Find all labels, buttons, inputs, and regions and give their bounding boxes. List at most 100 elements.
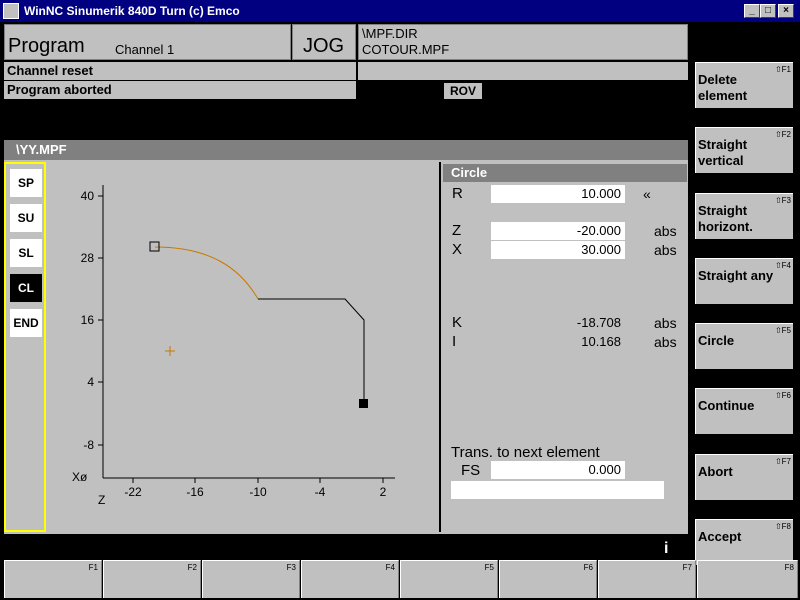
y-tick-label: 28 bbox=[81, 251, 95, 265]
contour-start-marker bbox=[149, 241, 160, 252]
f2-softkey[interactable]: F2 bbox=[103, 560, 201, 598]
x-tick-label: -16 bbox=[186, 485, 204, 499]
softkey-label: Straight any bbox=[698, 268, 774, 283]
channel-status: Channel reset bbox=[4, 62, 356, 80]
continue-softkey[interactable]: Continue ⇧F6 bbox=[695, 388, 793, 434]
mode-label: Program bbox=[8, 35, 85, 57]
program-path-panel: \MPF.DIR COTOUR.MPF bbox=[358, 24, 688, 60]
file-bar: \YY.MPF bbox=[4, 140, 688, 160]
channel-label: Channel 1 bbox=[115, 42, 175, 57]
softkey-label: Straight vertical bbox=[698, 137, 748, 168]
y-tick-label: 16 bbox=[81, 313, 95, 327]
i-unit: abs bbox=[654, 334, 677, 350]
cl-button[interactable]: CL bbox=[10, 274, 42, 302]
delete-element-softkey[interactable]: Delete element ⇧F1 bbox=[695, 62, 793, 108]
straight-vertical-softkey[interactable]: Straight vertical ⇧F2 bbox=[695, 127, 793, 173]
r-input[interactable]: 10.000 bbox=[491, 185, 625, 203]
end-button[interactable]: END bbox=[10, 309, 42, 337]
y-tick-label: -8 bbox=[83, 438, 94, 452]
fkey-label: F6 bbox=[583, 563, 593, 572]
f3-softkey[interactable]: F3 bbox=[202, 560, 300, 598]
contour-arc bbox=[154, 246, 259, 300]
k-unit: abs bbox=[654, 315, 677, 331]
softkey-key: ⇧F2 bbox=[774, 130, 791, 139]
softkey-key: ⇧F3 bbox=[774, 196, 791, 205]
f6-softkey[interactable]: F6 bbox=[499, 560, 597, 598]
softkey-key: ⇧F4 bbox=[774, 261, 791, 270]
message-bar bbox=[4, 535, 688, 559]
softkey-key: ⇧F6 bbox=[774, 391, 791, 400]
circle-header: Circle bbox=[443, 164, 687, 182]
window-title: WinNC Sinumerik 840D Turn (c) Emco bbox=[24, 4, 240, 18]
su-button[interactable]: SU bbox=[10, 204, 42, 232]
fkey-label: F1 bbox=[88, 563, 98, 572]
accept-softkey[interactable]: Accept ⇧F8 bbox=[695, 519, 793, 565]
fkey-label: F8 bbox=[784, 563, 794, 572]
fkey-label: F5 bbox=[484, 563, 494, 572]
title-bar: WinNC Sinumerik 840D Turn (c) Emco _ □ × bbox=[0, 0, 800, 22]
f4-softkey[interactable]: F4 bbox=[301, 560, 399, 598]
z-input[interactable]: -20.000 bbox=[491, 222, 625, 240]
y-tick-label: 40 bbox=[81, 189, 95, 203]
softkey-label: Continue bbox=[698, 398, 755, 413]
close-button[interactable]: × bbox=[778, 4, 794, 18]
transition-label: Trans. to next element bbox=[451, 444, 600, 461]
fkey-label: F7 bbox=[682, 563, 692, 572]
i-label: I bbox=[452, 333, 457, 350]
rov-indicator: ROV bbox=[444, 83, 482, 99]
program-status: Program aborted bbox=[4, 81, 356, 99]
x-label: X bbox=[452, 241, 463, 258]
op-mode-label: JOG bbox=[303, 35, 345, 57]
minimize-button[interactable]: _ bbox=[744, 4, 760, 18]
x-tick-label: -22 bbox=[124, 485, 142, 499]
element-buttons: SP SU SL CL END bbox=[4, 162, 46, 532]
f8-softkey[interactable]: F8 bbox=[697, 560, 798, 598]
program-file: COTOUR.MPF bbox=[362, 42, 450, 57]
sp-button[interactable]: SP bbox=[10, 169, 42, 197]
x-tick-label: -4 bbox=[315, 485, 326, 499]
info-icon[interactable]: i bbox=[664, 540, 668, 558]
abort-softkey[interactable]: Abort ⇧F7 bbox=[695, 454, 793, 500]
arc-center-marker bbox=[165, 346, 175, 356]
fkey-label: F4 bbox=[385, 563, 395, 572]
f7-softkey[interactable]: F7 bbox=[598, 560, 696, 598]
z-label: Z bbox=[452, 222, 462, 239]
f5-softkey[interactable]: F5 bbox=[400, 560, 498, 598]
fs-input[interactable]: 0.000 bbox=[491, 461, 625, 479]
app-icon[interactable] bbox=[3, 3, 19, 19]
contour-line bbox=[258, 298, 365, 404]
panel-divider bbox=[439, 162, 441, 532]
mode-panel: Program Channel 1 bbox=[4, 24, 291, 60]
f1-softkey[interactable]: F1 bbox=[4, 560, 102, 598]
z-unit: abs bbox=[654, 223, 677, 239]
straight-horizontal-softkey[interactable]: Straight horizont. ⇧F3 bbox=[695, 193, 793, 239]
sl-button[interactable]: SL bbox=[10, 239, 42, 267]
x-input[interactable]: 30.000 bbox=[491, 241, 625, 259]
y-axis-label: Xø bbox=[72, 470, 88, 484]
x-tick-label: -10 bbox=[249, 485, 267, 499]
program-dir: \MPF.DIR bbox=[362, 26, 418, 41]
softkey-label: Delete element bbox=[698, 72, 748, 103]
r-label: R bbox=[452, 185, 463, 202]
softkey-label: Accept bbox=[698, 529, 742, 544]
alarm-line bbox=[358, 62, 688, 80]
softkey-label: Circle bbox=[698, 333, 735, 348]
fkey-label: F2 bbox=[187, 563, 197, 572]
maximize-button[interactable]: □ bbox=[760, 4, 776, 18]
contour-plot: 40 28 16 4 -8 -22 -16 -10 -4 2 Xø Z bbox=[72, 185, 395, 507]
straight-any-softkey[interactable]: Straight any ⇧F4 bbox=[695, 258, 793, 304]
y-tick-label: 4 bbox=[87, 375, 94, 389]
softkey-key: ⇧F7 bbox=[774, 457, 791, 466]
contour-end-marker bbox=[359, 399, 368, 408]
message-field bbox=[451, 481, 664, 499]
circle-softkey[interactable]: Circle ⇧F5 bbox=[695, 323, 793, 369]
x-tick-label: 2 bbox=[380, 485, 387, 499]
softkey-label: Straight horizont. bbox=[698, 203, 753, 234]
r-suffix-button[interactable]: « bbox=[643, 186, 651, 202]
fs-label: FS bbox=[461, 462, 481, 479]
i-value: 10.168 bbox=[581, 334, 621, 349]
k-value: -18.708 bbox=[576, 315, 621, 330]
softkey-key: ⇧F8 bbox=[774, 522, 791, 531]
op-mode-panel: JOG bbox=[292, 24, 356, 60]
fkey-label: F3 bbox=[286, 563, 296, 572]
